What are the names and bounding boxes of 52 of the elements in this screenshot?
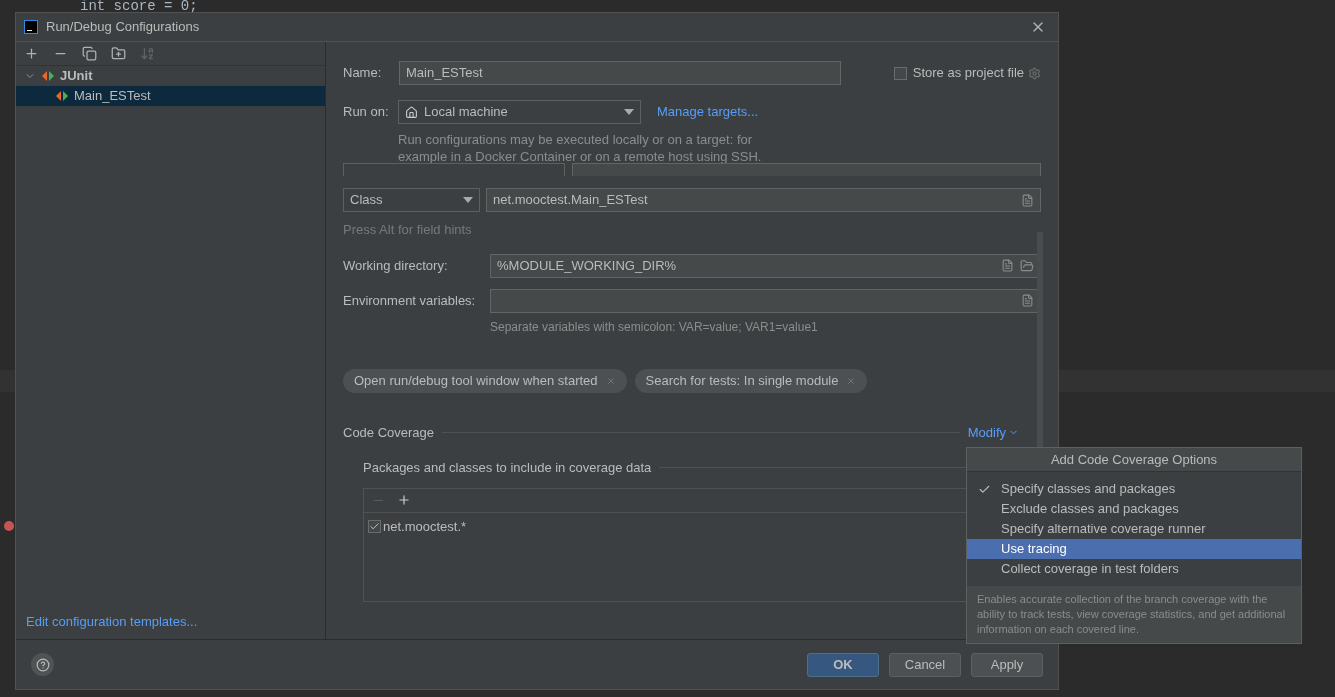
junit-icon	[56, 91, 68, 101]
dialog-button[interactable]: Cancel	[889, 652, 961, 677]
junit-icon	[42, 71, 54, 81]
run-on-label: Run on:	[343, 103, 390, 122]
menu-item[interactable]: Collect coverage in test folders	[967, 559, 1301, 579]
dropdown-arrow-icon	[624, 109, 634, 115]
field-hints: Press Alt for field hints	[343, 221, 473, 239]
name-field[interactable]: Main_ESTest	[399, 61, 841, 85]
option-tag[interactable]: Search for tests: In single module	[634, 368, 868, 393]
menu-item[interactable]: Specify classes and packages	[967, 479, 1301, 499]
option-tag[interactable]: Open run/debug tool window when started	[343, 368, 627, 393]
document-icon[interactable]	[1001, 259, 1014, 272]
dialog-button[interactable]: Apply	[971, 652, 1043, 677]
pattern-checkbox[interactable]	[368, 519, 381, 533]
dropdown-arrow-icon	[463, 197, 473, 203]
error-icon	[4, 521, 14, 531]
document-icon[interactable]	[1021, 294, 1034, 307]
manage-targets-link[interactable]: Manage targets...	[657, 102, 759, 122]
menu-item[interactable]: Specify alternative coverage runner	[967, 519, 1301, 539]
copy-icon[interactable]	[80, 44, 99, 63]
folder-icon[interactable]	[1020, 258, 1034, 273]
store-checkbox[interactable]	[893, 66, 907, 80]
pattern-item[interactable]: net.mooctest.*	[383, 516, 467, 536]
document-icon[interactable]	[1021, 193, 1034, 207]
modify-button[interactable]: Modify	[967, 422, 1019, 442]
help-icon[interactable]	[31, 653, 54, 676]
tree-item[interactable]: JUnit	[16, 66, 325, 86]
name-label: Name:	[343, 64, 383, 83]
coverage-title: Code Coverage	[343, 423, 435, 442]
tree-item[interactable]: Main_ESTest	[16, 86, 325, 106]
window-title: Run/Debug Configurations	[46, 18, 200, 37]
edit-templates-link[interactable]: Edit configuration templates...	[16, 611, 325, 639]
env-hint: Separate variables with semicolon: VAR=value; VAR1=value1	[490, 318, 819, 336]
settings-icon[interactable]	[1028, 66, 1041, 80]
code-line: int score = 0;	[80, 0, 198, 12]
store-label: Store as project file	[912, 64, 1024, 83]
ok-button[interactable]: OK	[807, 652, 879, 677]
question-icon	[35, 657, 50, 672]
menu-item[interactable]: Exclude classes and packages	[967, 499, 1301, 519]
menu-item[interactable]: Use tracing	[967, 539, 1301, 559]
run-on-dropdown[interactable]: Local machine	[398, 100, 641, 124]
app-icon	[24, 20, 38, 34]
popup-title: Add Code Coverage Options	[967, 448, 1301, 472]
add-icon[interactable]	[397, 493, 411, 507]
home-icon	[405, 105, 418, 119]
workdir-label: Working directory:	[343, 256, 449, 275]
run-on-hint: Run configurations may be executed locally or on a target: for example in a Docker Container or on a remote host using SSH.	[398, 131, 763, 165]
test-kind-dropdown[interactable]: Class	[343, 188, 480, 212]
packages-title: Packages and classes to include in coverage data	[363, 459, 652, 477]
class-field[interactable]: net.mooctest.Main_ESTest	[486, 188, 1041, 212]
env-label: Environment variables:	[343, 291, 477, 310]
popup-description: Enables accurate collection of the branch coverage with the ability to track tests, view coverage statistics, and get additional information on each covered line.	[967, 586, 1301, 643]
